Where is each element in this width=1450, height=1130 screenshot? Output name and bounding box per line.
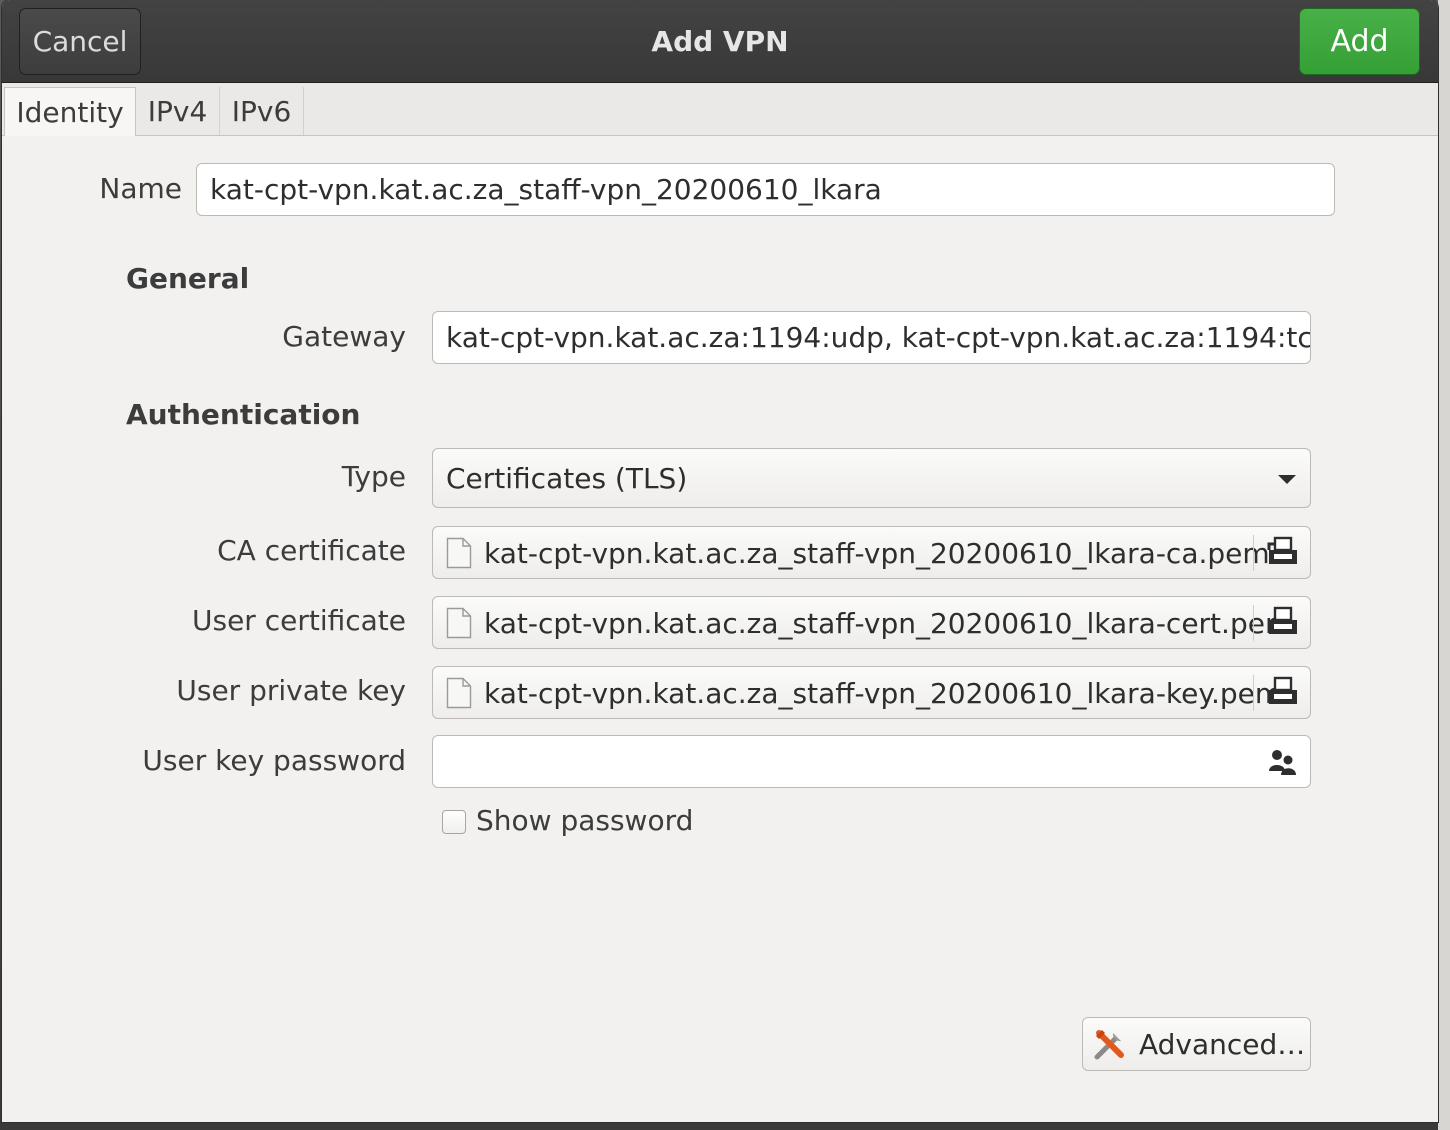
file-icon (446, 677, 472, 709)
name-label: Name (99, 172, 182, 205)
add-button[interactable]: Add (1299, 8, 1420, 75)
type-label: Type (341, 460, 406, 493)
ca-certificate-filename: kat-cpt-vpn.kat.ac.za_staff-vpn_20200610… (484, 536, 1270, 570)
ca-certificate-label: CA certificate (217, 534, 406, 567)
separator (1253, 675, 1254, 711)
header-bar: Cancel Add VPN Add (2, 0, 1438, 83)
chevron-down-icon (1278, 475, 1296, 484)
advanced-button[interactable]: Advanced… (1082, 1017, 1311, 1071)
folder-open-icon[interactable] (1266, 606, 1300, 638)
folder-open-icon[interactable] (1266, 536, 1300, 568)
tab-identity[interactable]: Identity (4, 87, 136, 136)
ca-certificate-chooser[interactable]: kat-cpt-vpn.kat.ac.za_staff-vpn_20200610… (432, 526, 1311, 579)
user-certificate-chooser[interactable]: kat-cpt-vpn.kat.ac.za_staff-vpn_20200610… (432, 596, 1311, 649)
user-private-key-label: User private key (176, 674, 406, 707)
user-private-key-chooser[interactable]: kat-cpt-vpn.kat.ac.za_staff-vpn_20200610… (432, 666, 1311, 719)
authentication-heading: Authentication (126, 398, 361, 431)
tab-bar: Identity IPv4 IPv6 (2, 83, 1438, 136)
type-dropdown-value: Certificates (TLS) (446, 461, 688, 495)
user-private-key-filename: kat-cpt-vpn.kat.ac.za_staff-vpn_20200610… (484, 676, 1283, 710)
general-heading: General (126, 262, 250, 295)
folder-open-icon[interactable] (1266, 676, 1300, 708)
gateway-label: Gateway (282, 320, 406, 353)
separator (1253, 605, 1254, 641)
tools-icon (1094, 1030, 1124, 1060)
file-icon (446, 537, 472, 569)
user-certificate-label: User certificate (191, 604, 406, 637)
user-certificate-filename: kat-cpt-vpn.kat.ac.za_staff-vpn_20200610… (484, 606, 1293, 640)
type-dropdown[interactable]: Certificates (TLS) (432, 448, 1311, 508)
name-input[interactable]: kat-cpt-vpn.kat.ac.za_staff-vpn_20200610… (196, 163, 1335, 216)
tab-ipv4[interactable]: IPv4 (136, 87, 220, 135)
advanced-button-label: Advanced… (1139, 1027, 1306, 1061)
add-vpn-dialog: Cancel Add VPN Add Identity IPv4 IPv6 Na… (2, 0, 1438, 1122)
user-key-password-input[interactable] (432, 735, 1311, 788)
tab-ipv6[interactable]: IPv6 (220, 87, 304, 135)
show-password-checkbox[interactable] (442, 810, 466, 834)
user-key-password-label: User key password (142, 744, 406, 777)
separator (1253, 535, 1254, 571)
dialog-title: Add VPN (651, 24, 789, 58)
users-icon[interactable] (1268, 749, 1298, 775)
show-password-label[interactable]: Show password (476, 804, 693, 837)
file-icon (446, 607, 472, 639)
background-window-edge (1438, 0, 1450, 1130)
gateway-input[interactable]: kat-cpt-vpn.kat.ac.za:1194:udp, kat-cpt-… (432, 311, 1311, 364)
